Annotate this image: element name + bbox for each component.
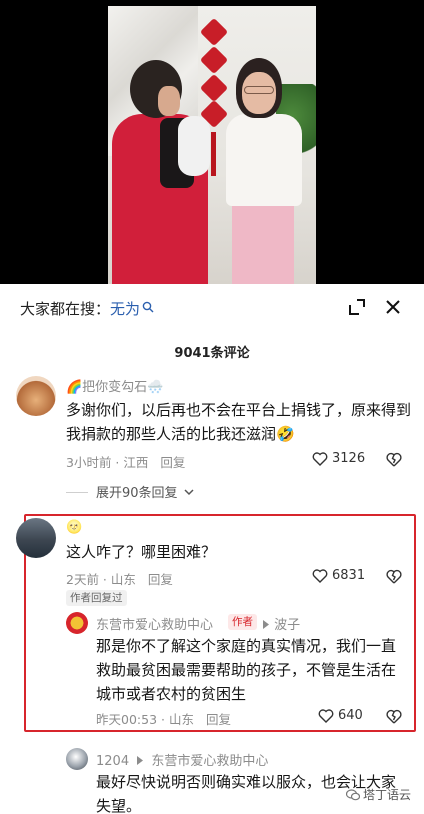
like-count: 640 [338, 708, 363, 723]
like-button[interactable]: 3126 [312, 451, 365, 466]
search-prefix: 大家都在搜： [20, 300, 111, 318]
reply-author-row: 1204 东营市爱心救助中心 [96, 750, 268, 769]
like-count: 6831 [332, 568, 366, 583]
reply-author-row: 东营市爱心救助中心 [96, 614, 213, 633]
caret-right-icon [137, 756, 144, 765]
like-count: 3126 [332, 451, 366, 466]
heart-icon [312, 451, 328, 466]
expand-replies-label: 展开90条回复 [96, 486, 178, 501]
avatar[interactable] [16, 376, 56, 416]
author-replied-badge: 作者回复过 [66, 590, 127, 606]
dislike-icon[interactable] [386, 569, 402, 584]
close-icon[interactable] [384, 298, 402, 316]
reply-text: 那是你不了解这个家庭的真实情况，我们一直救助最贫困最需要帮助的孩子，不管是生活在… [96, 637, 397, 703]
author-avatar[interactable] [66, 612, 88, 634]
reply-username[interactable]: 东营市爱心救助中心 [96, 614, 213, 633]
heart-icon [312, 568, 328, 583]
comment-meta: 3小时前 · 江西 回复 [66, 452, 185, 471]
dislike-icon[interactable] [386, 709, 402, 724]
heart-icon [318, 708, 334, 723]
comments-sheet: 大家都在搜：无为 9041条评论 🌈把你变勾石🌨️ 多谢你们，以后再也不会在平台… [0, 284, 424, 814]
search-icon [142, 301, 154, 313]
reply-username[interactable]: 1204 [96, 754, 129, 769]
trending-search[interactable]: 大家都在搜：无为 [20, 298, 154, 319]
expand-icon[interactable] [348, 298, 366, 316]
video-frame [108, 6, 316, 284]
comment-text: 多谢你们，以后再也不会在平台上捐钱了，原来得到我捐款的那些人活的比我还滋润🤣 [66, 401, 412, 443]
author-tag: 作者 [228, 614, 257, 630]
reply-button[interactable]: 回复 [206, 712, 231, 727]
reply-button[interactable]: 回复 [148, 572, 173, 587]
dislike-icon[interactable] [386, 452, 402, 467]
comments-count: 9041条评论 [174, 346, 250, 361]
comment-username[interactable]: 🌝 [66, 520, 82, 535]
like-button[interactable]: 6831 [312, 568, 365, 583]
chevron-down-icon [184, 489, 194, 496]
reply-button[interactable]: 回复 [160, 455, 185, 470]
like-button[interactable]: 640 [318, 708, 363, 723]
reply-meta: 昨天00:53 · 山东 回复 [96, 709, 231, 728]
search-keyword[interactable]: 无为 [110, 300, 140, 318]
comment-time: 3小时前 · 江西 [66, 455, 149, 470]
reply-to-name[interactable]: 东营市爱心救助中心 [151, 754, 268, 769]
reply-time: 昨天00:53 · 山东 [96, 712, 194, 727]
wechat-icon [346, 788, 360, 800]
video-player[interactable] [0, 0, 424, 284]
watermark-text: 塔丁语云 [363, 788, 412, 802]
reply-to-name[interactable]: 波子 [274, 618, 300, 633]
comment-text: 这人咋了？哪里困难？ [66, 543, 217, 561]
expand-replies-button[interactable]: 展开90条回复 [66, 482, 194, 501]
reply-target: 波子 [262, 614, 300, 633]
avatar[interactable] [16, 518, 56, 558]
avatar[interactable] [66, 748, 88, 770]
comment-username[interactable]: 🌈把你变勾石🌨️ [66, 376, 163, 395]
comment-meta: 2天前 · 山东 回复 [66, 569, 173, 588]
watermark: 塔丁语云 [346, 786, 411, 803]
caret-right-icon [263, 620, 269, 629]
comment-time: 2天前 · 山东 [66, 572, 136, 587]
